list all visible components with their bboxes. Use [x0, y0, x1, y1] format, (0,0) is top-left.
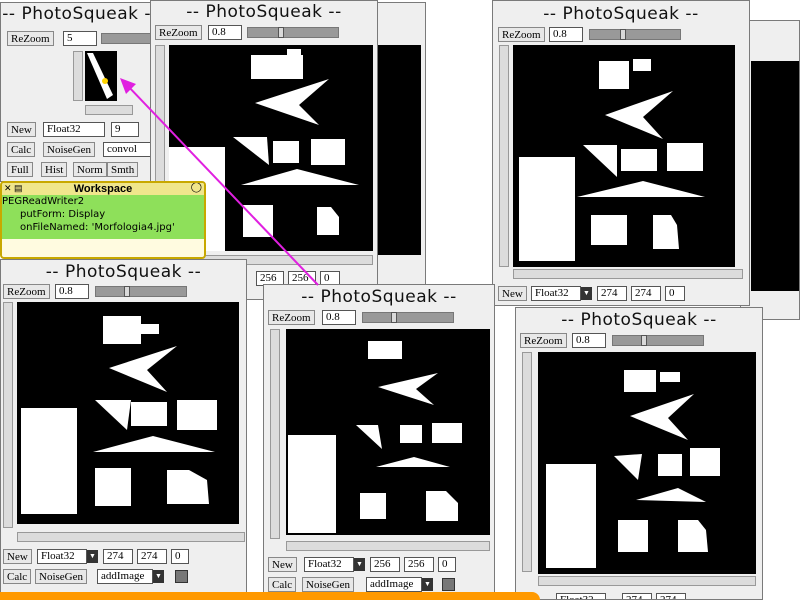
orange-progress-bar: [0, 592, 540, 600]
pointer-arrow: [120, 78, 319, 286]
